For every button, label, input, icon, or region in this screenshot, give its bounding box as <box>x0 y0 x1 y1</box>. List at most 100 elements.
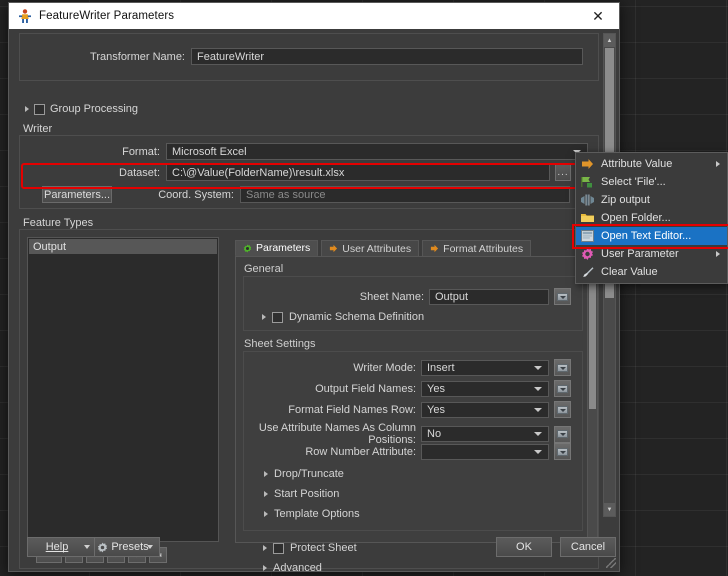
text-editor-icon <box>580 229 595 243</box>
menu-item-clear-value[interactable]: Clear Value <box>576 263 727 281</box>
menu-item-zip-output[interactable]: Zip output <box>576 191 727 209</box>
green-flag-icon <box>580 175 595 189</box>
tab-format-attributes[interactable]: Format Attributes <box>422 240 532 256</box>
menu-item-label: Clear Value <box>601 266 658 278</box>
feature-types-caption: Feature Types <box>23 217 94 229</box>
orange-arrow-icon <box>580 157 595 171</box>
menu-item-label: Select 'File'... <box>601 176 666 188</box>
use-attribute-names-combobox[interactable]: No <box>421 426 549 442</box>
scroll-up-arrow-icon[interactable]: ▲ <box>604 34 615 47</box>
section-drop-truncate[interactable]: Drop/Truncate <box>264 468 344 480</box>
menu-item-label: Attribute Value <box>601 158 673 170</box>
dataset-input[interactable]: C:\@Value(FolderName)\result.xlsx <box>166 164 550 181</box>
writer-group: Format: Microsoft Excel Dataset: C:\@Val… <box>19 135 599 209</box>
chevron-right-icon <box>716 161 720 167</box>
row-number-attribute-combobox[interactable] <box>421 443 549 460</box>
presets-gear-icon <box>97 542 108 553</box>
format-field-names-row-combobox[interactable]: Yes <box>421 401 549 418</box>
writer-parameters-button[interactable]: Parameters... <box>42 186 112 203</box>
section-label: Template Options <box>274 508 360 520</box>
expand-triangle-icon[interactable] <box>264 491 268 497</box>
output-field-names-dropdown-button[interactable] <box>554 380 571 397</box>
menu-item-open-folder[interactable]: Open Folder... <box>576 209 727 227</box>
zip-icon <box>580 193 595 207</box>
dialog-title-bar: FeatureWriter Parameters ✕ <box>9 3 619 30</box>
cancel-button[interactable]: Cancel <box>560 537 616 557</box>
table-row: Output Field Names: Yes <box>244 380 582 397</box>
section-start-position[interactable]: Start Position <box>264 488 339 500</box>
group-processing-row[interactable]: Group Processing <box>25 101 325 117</box>
tab-label: Format Attributes <box>443 242 524 255</box>
chevron-down-icon <box>557 363 568 372</box>
format-label: Format: <box>122 145 160 158</box>
section-label: Drop/Truncate <box>274 468 344 480</box>
chevron-down-icon <box>557 447 568 456</box>
writer-mode-combobox[interactable]: Insert <box>421 359 549 376</box>
chevron-down-icon <box>557 292 568 301</box>
chevron-down-icon <box>557 430 568 438</box>
format-combobox[interactable]: Microsoft Excel <box>166 143 588 160</box>
list-item[interactable]: Output <box>29 239 217 254</box>
orange-arrow-icon <box>329 244 338 253</box>
section-label: Start Position <box>274 488 340 500</box>
tab-parameters[interactable]: Parameters <box>235 240 319 256</box>
parameters-tabstrip: Parameters User Attributes Format Attrib… <box>235 240 595 256</box>
writer-mode-dropdown-button[interactable] <box>554 359 571 376</box>
menu-item-select-file[interactable]: Select 'File'... <box>576 173 727 191</box>
use-attribute-names-dropdown-button[interactable] <box>554 425 571 443</box>
coord-system-input[interactable]: Same as source <box>240 186 570 203</box>
sheet-name-input[interactable]: Output <box>429 288 549 305</box>
presets-label: Presets <box>111 541 149 553</box>
tab-label: Parameters <box>256 242 311 254</box>
tab-user-attributes[interactable]: User Attributes <box>321 240 420 256</box>
dataset-browse-button[interactable]: ... <box>555 164 571 181</box>
section-template-options[interactable]: Template Options <box>264 508 360 520</box>
dynamic-schema-row[interactable]: Dynamic Schema Definition <box>262 311 424 323</box>
output-field-names-label: Output Field Names: <box>315 382 416 395</box>
expand-triangle-icon[interactable] <box>25 106 29 112</box>
menu-item-user-parameter[interactable]: User Parameter <box>576 245 727 263</box>
row-number-attribute-label: Row Number Attribute: <box>305 445 416 458</box>
writer-section-caption: Writer <box>23 123 53 135</box>
group-processing-checkbox[interactable] <box>34 103 45 115</box>
row-number-attribute-dropdown-button[interactable] <box>554 443 571 460</box>
presets-button[interactable]: Presets <box>94 537 160 557</box>
menu-item-attribute-value[interactable]: Attribute Value <box>576 155 727 173</box>
feature-types-list[interactable]: Output <box>27 237 219 542</box>
parameters-pane-scrollbar[interactable] <box>587 257 598 544</box>
sheet-settings-caption: Sheet Settings <box>244 338 316 350</box>
table-row: Row Number Attribute: <box>244 443 582 460</box>
sheet-settings-group: Writer Mode: Insert Output Field Names: … <box>243 351 583 531</box>
tab-label: User Attributes <box>342 242 412 255</box>
chevron-down-icon <box>557 405 568 414</box>
expand-triangle-icon[interactable] <box>262 314 266 320</box>
scroll-down-arrow-icon[interactable]: ▼ <box>604 503 615 516</box>
expand-triangle-icon[interactable] <box>264 511 268 517</box>
help-button[interactable]: Help <box>27 537 97 557</box>
menu-item-label: Zip output <box>601 194 650 206</box>
dialog-title: FeatureWriter Parameters <box>39 10 175 22</box>
dynamic-schema-checkbox[interactable] <box>272 311 283 323</box>
menu-item-open-text-editor[interactable]: Open Text Editor... <box>576 227 727 245</box>
dialog-button-bar: Help Presets OK Cancel <box>9 525 619 571</box>
menu-item-label: Open Text Editor... <box>601 230 692 242</box>
expand-triangle-icon[interactable] <box>264 471 268 477</box>
help-label: Help <box>45 541 69 553</box>
ok-button[interactable]: OK <box>496 537 552 557</box>
parameters-tab-pane: General Sheet Name: Output Dynamic Schem… <box>235 256 598 574</box>
magenta-gear-icon <box>580 247 595 261</box>
coord-system-label: Coord. System: <box>158 188 234 201</box>
featurewriter-parameters-dialog: FeatureWriter Parameters ✕ ▲ ▼ Transform… <box>8 2 620 574</box>
close-icon[interactable]: ✕ <box>577 3 619 28</box>
menu-item-label: Open Folder... <box>601 212 671 224</box>
transformer-name-label: Transformer Name: <box>90 50 185 63</box>
format-field-names-row-dropdown-button[interactable] <box>554 401 571 418</box>
sheet-name-dropdown-button[interactable] <box>554 288 571 305</box>
sheet-name-label: Sheet Name: <box>359 290 424 303</box>
chevron-right-icon <box>716 251 720 257</box>
transformer-name-input[interactable]: FeatureWriter <box>191 48 583 65</box>
output-field-names-combobox[interactable]: Yes <box>421 380 549 397</box>
resize-grip[interactable] <box>606 558 616 568</box>
chevron-down-icon <box>557 384 568 393</box>
orange-arrow-icon <box>430 244 439 253</box>
